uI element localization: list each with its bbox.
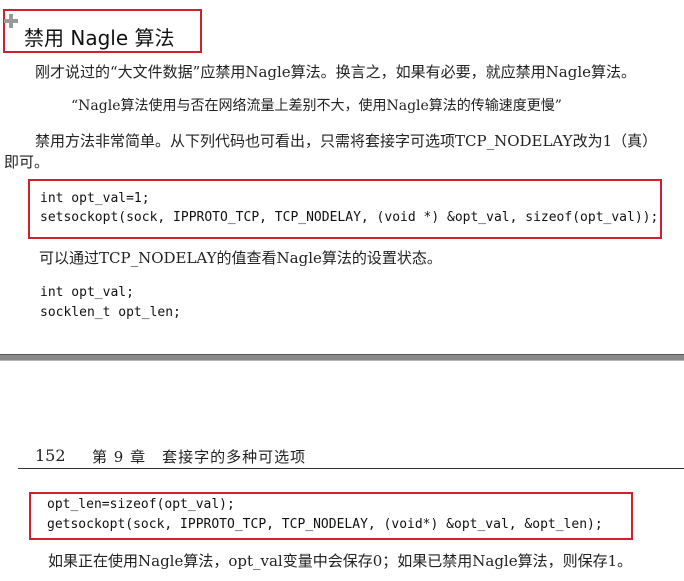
code-line: int opt_val; xyxy=(40,285,134,300)
paragraph-2-line-1: 禁用方法非常简单。从下列代码也可看出，只需将套接字可选项TCP_NODELAY改… xyxy=(35,132,658,150)
code-line: socklen_t opt_len; xyxy=(40,305,181,320)
paragraph-4: 如果正在使用Nagle算法，opt_val变量中会保存0；如果已禁用Nagle算… xyxy=(48,552,633,570)
code-line: opt_len=sizeof(opt_val); xyxy=(47,497,235,512)
page-number: 152 xyxy=(35,446,66,465)
code-line: int opt_val=1; xyxy=(40,191,150,206)
chapter-title: 第 9 章 套接字的多种可选项 xyxy=(92,448,307,466)
paragraph-2-line-2: 即可。 xyxy=(4,153,50,171)
plus-icon xyxy=(4,14,18,28)
code-line: getsockopt(sock, IPPROTO_TCP, TCP_NODELA… xyxy=(47,517,603,532)
quote-paragraph: “Nagle算法使用与否在网络流量上差别不大，使用Nagle算法的传输速度更慢” xyxy=(71,98,562,114)
code-line: setsockopt(sock, IPPROTO_TCP, TCP_NODELA… xyxy=(40,210,659,225)
paragraph-3: 可以通过TCP_NODELAY的值查看Nagle算法的设置状态。 xyxy=(39,249,442,267)
paragraph-1: 刚才说过的“大文件数据”应禁用Nagle算法。换言之，如果有必要，就应禁用Nag… xyxy=(35,63,637,81)
header-rule xyxy=(18,468,684,469)
page-separator xyxy=(0,354,684,361)
section-heading: 禁用 Nagle 算法 xyxy=(24,26,175,50)
